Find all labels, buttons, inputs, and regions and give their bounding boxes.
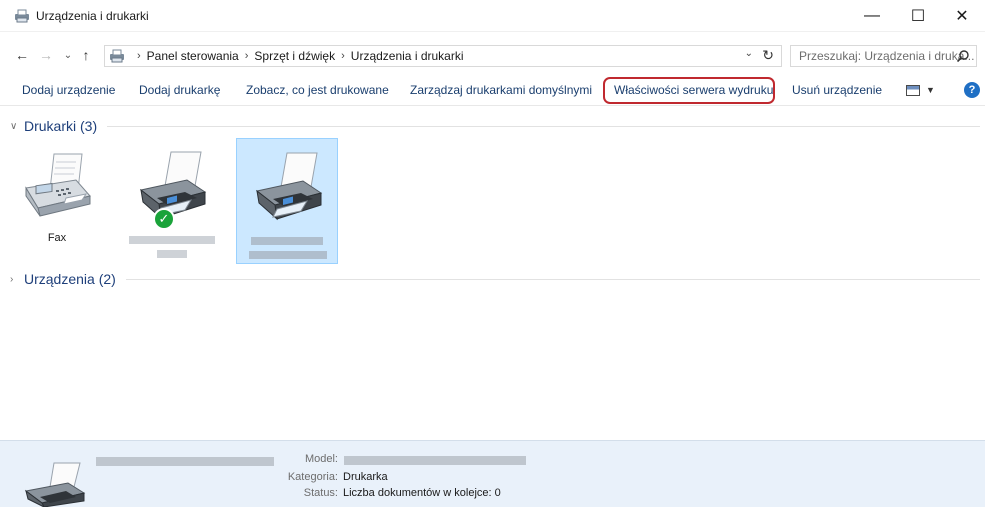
navigation-bar: ← → ⌄ ↑ › Panel sterowania › Sprzęt i dź… bbox=[0, 40, 985, 70]
breadcrumb-separator[interactable]: › bbox=[245, 50, 249, 62]
category-value: Drukarka bbox=[343, 471, 388, 483]
printers-group-title[interactable]: Drukarki (3) bbox=[24, 118, 97, 134]
redacted-model-value bbox=[344, 456, 526, 465]
device-item-fax[interactable]: Fax bbox=[6, 138, 108, 264]
breadcrumb-separator[interactable]: › bbox=[341, 50, 345, 62]
redacted-name bbox=[251, 237, 323, 245]
search-icon[interactable] bbox=[956, 49, 970, 63]
status-label: Status: bbox=[303, 487, 338, 499]
collapse-caret-icon[interactable]: ∨ bbox=[10, 121, 22, 132]
close-button[interactable]: ✕ bbox=[939, 0, 985, 32]
up-arrow-icon[interactable]: ↑ bbox=[76, 45, 96, 65]
group-divider bbox=[107, 125, 980, 127]
printer-icon bbox=[255, 152, 323, 221]
expand-caret-icon[interactable]: › bbox=[10, 274, 22, 285]
breadcrumb: › Panel sterowania › Sprzęt i dźwięk › U… bbox=[131, 49, 464, 63]
breadcrumb-separator: › bbox=[137, 50, 141, 62]
status-value: Liczba dokumentów w kolejce: 0 bbox=[343, 487, 501, 499]
redacted-name bbox=[249, 251, 327, 259]
device-label: Fax bbox=[47, 232, 67, 244]
group-divider bbox=[125, 278, 980, 280]
printer-icon bbox=[24, 462, 86, 507]
command-bar: Dodaj urządzenie Dodaj drukarkę Zobacz, … bbox=[0, 74, 985, 106]
title-bar: Urządzenia i drukarki — ☐ ✕ bbox=[0, 0, 985, 32]
devices-group-title[interactable]: Urządzenia (2) bbox=[24, 271, 116, 287]
add-printer-button[interactable]: Dodaj drukarkę bbox=[139, 83, 220, 97]
search-placeholder: Przeszukaj: Urządzenia i druka... bbox=[799, 49, 975, 63]
address-dropdown-icon[interactable]: ⌄ bbox=[745, 48, 753, 59]
help-icon[interactable]: ? bbox=[964, 82, 980, 98]
window-title: Urządzenia i drukarki bbox=[36, 9, 149, 23]
redacted-name bbox=[129, 236, 215, 244]
model-label: Model: bbox=[304, 453, 338, 465]
breadcrumb-control-panel[interactable]: Panel sterowania bbox=[147, 49, 239, 63]
maximize-button[interactable]: ☐ bbox=[895, 0, 941, 32]
view-icon bbox=[906, 84, 920, 96]
category-label: Kategoria: bbox=[287, 471, 338, 483]
minimize-button[interactable]: — bbox=[849, 0, 895, 32]
address-bar[interactable]: › Panel sterowania › Sprzęt i dźwięk › U… bbox=[104, 45, 782, 67]
see-whats-printing-button[interactable]: Zobacz, co jest drukowane bbox=[246, 83, 389, 97]
devices-group-header[interactable]: › Urządzenia (2) bbox=[10, 271, 980, 287]
forward-arrow-icon[interactable]: → bbox=[36, 45, 56, 65]
recent-locations-icon[interactable]: ⌄ bbox=[58, 45, 78, 65]
breadcrumb-devices-printers[interactable]: Urządzenia i drukarki bbox=[351, 49, 464, 63]
device-item-default-printer[interactable]: ✓ bbox=[121, 138, 223, 264]
search-input[interactable]: Przeszukaj: Urządzenia i druka... bbox=[790, 45, 977, 67]
print-server-properties-button[interactable]: Właściwości serwera wydruku bbox=[614, 83, 773, 97]
breadcrumb-hardware-sound[interactable]: Sprzęt i dźwięk bbox=[254, 49, 335, 63]
chevron-down-icon: ▼ bbox=[926, 85, 935, 95]
refresh-icon[interactable]: ↻ bbox=[762, 47, 774, 64]
device-item-selected-printer[interactable] bbox=[236, 138, 338, 264]
default-checkmark-icon: ✓ bbox=[153, 208, 175, 230]
manage-default-printers-button[interactable]: Zarządzaj drukarkami domyślnymi bbox=[410, 83, 592, 97]
back-arrow-icon[interactable]: ← bbox=[12, 45, 32, 65]
change-view-button[interactable]: ▼ bbox=[906, 82, 940, 98]
remove-device-button[interactable]: Usuń urządzenie bbox=[792, 83, 882, 97]
fax-icon bbox=[25, 153, 91, 217]
add-device-button[interactable]: Dodaj urządzenie bbox=[22, 83, 115, 97]
devices-printers-icon bbox=[15, 9, 29, 23]
printers-group-header[interactable]: ∨ Drukarki (3) bbox=[10, 118, 980, 134]
details-pane: Model: Kategoria: Drukarka Status: Liczb… bbox=[0, 440, 985, 507]
control-panel-icon bbox=[110, 49, 124, 63]
redacted-name bbox=[157, 250, 187, 258]
